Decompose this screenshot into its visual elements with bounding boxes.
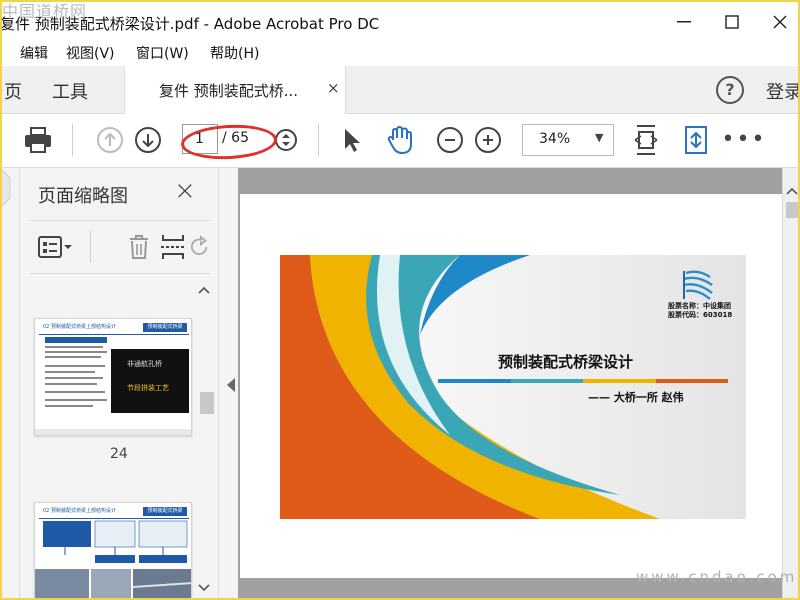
cover-slide: 股票名称：中设集团 股票代码：603018 预制装配式桥梁设计 —— 大桥一所 … — [280, 255, 746, 519]
thumbnail-header-tag: 预制装配式桥梁 — [143, 507, 187, 516]
thumbnail-header-tag: 预制装配式桥梁 — [143, 323, 187, 332]
zoom-dropdown[interactable]: 34% ▼ — [522, 124, 614, 156]
trash-icon — [130, 235, 148, 259]
pdf-page: 股票名称：中设集团 股票代码：603018 预制装配式桥梁设计 —— 大桥一所 … — [240, 194, 782, 578]
thumbnail-page-label: 24 — [110, 446, 128, 462]
scrollbar-thumb[interactable] — [786, 202, 798, 218]
next-page-button[interactable] — [132, 124, 164, 156]
thumbnail-toolbar — [30, 220, 210, 274]
thumbnail-header-text: 02 预制装配式桥梁上部结构设计 — [43, 508, 116, 514]
print-button[interactable] — [22, 124, 54, 156]
scroll-down-icon[interactable] — [198, 582, 210, 595]
thumbnail-preview — [35, 319, 191, 435]
color-bar-segment — [583, 379, 656, 383]
thumbnail-page-25[interactable]: 02 预制装配式桥梁上部结构设计 预制装配式桥梁 — [34, 502, 192, 600]
menu-help[interactable]: 帮助(H) — [210, 44, 259, 64]
tab-tools[interactable]: 工具 — [52, 78, 88, 104]
toolbar-separator — [72, 124, 73, 156]
chevron-down-icon: ▼ — [595, 131, 604, 144]
page-up-icon — [97, 127, 123, 153]
page-down-icon — [135, 127, 161, 153]
color-bar-segment — [510, 379, 583, 383]
close-window-icon — [773, 15, 787, 29]
rotate-thumbnail-button[interactable] — [190, 231, 210, 263]
menu-edit[interactable]: 编辑 — [20, 44, 48, 64]
toolbar-separator — [318, 124, 319, 156]
previous-page-button[interactable] — [94, 124, 126, 156]
menu-window[interactable]: 窗口(W) — [136, 44, 189, 64]
collapse-panel-icon[interactable] — [227, 378, 235, 392]
panel-title: 页面缩略图 — [38, 186, 128, 207]
minimize-icon — [677, 21, 691, 23]
slide-author: —— 大桥一所 赵伟 — [588, 391, 684, 404]
thumbnail-panel: 页面缩略图 × 02 预制装配式桥梁上部结构设计 预制装配式桥梁 非通航孔桥 节… — [20, 168, 218, 600]
title-bar: 复件 预制装配式桥梁设计.pdf - Adobe Acrobat Pro DC … — [0, 0, 800, 44]
stock-code: 股票代码：603018 — [668, 311, 733, 319]
scroll-up-icon[interactable] — [198, 284, 210, 297]
tab-bar: 页 工具 复件 预制装配式桥... × ? 登录 — [0, 66, 800, 114]
thumbnail-header-text: 02 预制装配式桥梁上部结构设计 — [43, 324, 116, 330]
zoom-out-button[interactable] — [434, 124, 466, 156]
document-scrollbar[interactable] — [782, 168, 800, 600]
scroll-up-icon[interactable] — [786, 180, 798, 199]
hand-tool-button[interactable] — [384, 124, 416, 156]
zoom-in-icon — [475, 127, 501, 153]
strip-notch-icon — [0, 168, 11, 208]
close-tab-button[interactable]: × — [327, 79, 340, 97]
color-bar-segment — [655, 379, 728, 383]
rotate-page-icon — [685, 126, 707, 154]
slide-background — [280, 255, 746, 519]
print-icon — [25, 127, 51, 153]
login-button[interactable]: 登录 — [766, 78, 800, 104]
maximize-button[interactable] — [712, 8, 752, 36]
slide-color-bar — [438, 379, 728, 383]
thumbnail-header: 02 预制装配式桥梁上部结构设计 预制装配式桥梁 — [39, 505, 189, 519]
maximize-icon — [725, 15, 739, 29]
menu-view[interactable]: 视图(V) — [66, 44, 115, 64]
panel-separator — [90, 231, 91, 263]
thumbnail-header: 02 预制装配式桥梁上部结构设计 预制装配式桥梁 — [39, 321, 189, 335]
zoom-out-icon — [437, 127, 463, 153]
delete-page-button[interactable] — [122, 231, 156, 263]
scrollbar-thumb[interactable] — [200, 392, 214, 414]
thumbnail-options-icon — [38, 236, 72, 258]
page-stepper-icon — [275, 129, 297, 151]
rotate-icon — [190, 235, 208, 255]
select-arrow-icon — [345, 129, 360, 152]
zoom-value: 34% — [539, 131, 571, 147]
more-tools-button[interactable]: ••• — [722, 124, 765, 156]
document-view[interactable]: 股票名称：中设集团 股票代码：603018 预制装配式桥梁设计 —— 大桥一所 … — [238, 168, 782, 600]
help-icon[interactable]: ? — [716, 76, 744, 104]
document-tab-label: 复件 预制装配式桥... — [159, 82, 299, 100]
minimize-button[interactable] — [664, 8, 704, 36]
fit-page-icon — [634, 125, 658, 155]
toolbar: 1 / 65 34% ▼ ••• — [0, 114, 800, 168]
thumbnail-image-text-1: 非通航孔桥 — [127, 360, 162, 368]
thumbnail-page-24[interactable]: 02 预制装配式桥梁上部结构设计 预制装配式桥梁 非通航孔桥 节段拼装工艺 — [34, 318, 192, 436]
color-bar-segment — [438, 379, 511, 383]
hand-icon — [387, 126, 412, 154]
close-window-button[interactable] — [760, 8, 800, 36]
rotate-page-button[interactable] — [680, 124, 712, 156]
slide-title: 预制装配式桥梁设计 — [498, 353, 634, 371]
more-icon: ••• — [721, 127, 767, 152]
menu-bar: 编辑 视图(V) 窗口(W) 帮助(H) — [0, 44, 800, 66]
fit-page-button[interactable] — [630, 124, 662, 156]
thumbnail-image-text-2: 节段拼装工艺 — [127, 384, 169, 392]
thumbnail-scrollbar[interactable] — [196, 280, 214, 600]
zoom-in-button[interactable] — [472, 124, 504, 156]
watermark-bottom: www.cndao.com — [636, 568, 798, 586]
tab-document[interactable]: 复件 预制装配式桥... × — [124, 66, 346, 114]
left-navigation-strip — [0, 168, 20, 600]
thumbnail-options-button[interactable] — [38, 231, 72, 263]
select-tool-button[interactable] — [336, 124, 368, 156]
tab-home[interactable]: 页 — [4, 78, 22, 104]
insert-page-button[interactable] — [156, 231, 190, 263]
panel-splitter[interactable] — [218, 168, 238, 600]
watermark-top: 中国道桥网 — [2, 2, 88, 21]
close-panel-button[interactable]: × — [174, 176, 196, 206]
insert-page-icon — [161, 235, 185, 259]
